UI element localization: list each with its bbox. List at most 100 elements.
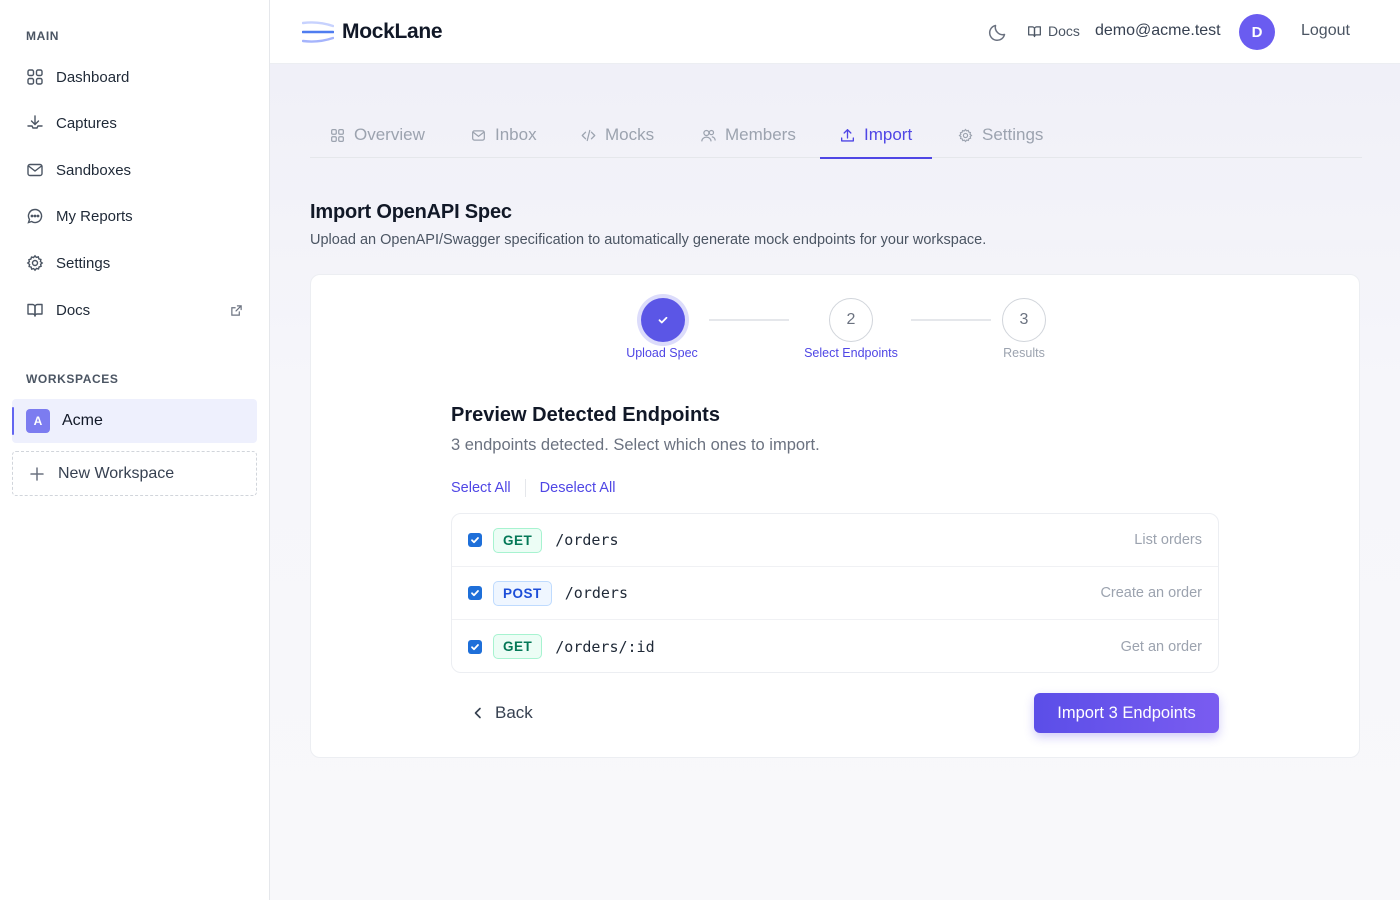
endpoint-checkbox[interactable] — [468, 639, 482, 654]
workspace-tabs: Overview Inbox Mocks Members Import Sett… — [310, 112, 1362, 159]
gear-icon — [26, 254, 44, 272]
sidebar-item-docs[interactable]: Docs — [12, 290, 257, 330]
workspaces-section-label: WORKSPACES — [26, 372, 119, 386]
sidebar-item-label: Docs — [56, 301, 91, 319]
mail-icon — [27, 163, 43, 177]
users-icon — [701, 129, 716, 141]
method-badge: GET — [493, 634, 543, 659]
tab-label: Import — [864, 125, 913, 144]
avatar[interactable]: D — [1239, 14, 1275, 50]
workspace-name: Acme — [62, 412, 103, 429]
check-icon — [471, 590, 479, 597]
preview-title: Preview Detected Endpoints — [451, 404, 720, 426]
step-3-label: Results — [1003, 346, 1045, 360]
step-1-circle — [641, 298, 685, 342]
tab-label: Members — [725, 125, 796, 144]
code-icon — [581, 129, 596, 141]
sidebar-item-label: My Reports — [56, 207, 133, 225]
chat-bubble-icon — [27, 208, 43, 224]
gear-icon — [958, 128, 973, 142]
tab-members[interactable]: Members — [701, 112, 796, 158]
sidebar-item-label: Dashboard — [56, 68, 130, 86]
tab-settings[interactable]: Settings — [958, 112, 1043, 158]
tab-import[interactable]: Import — [819, 112, 933, 159]
check-icon — [471, 537, 479, 544]
logout-button[interactable]: Logout — [1301, 22, 1350, 40]
page-title: Import OpenAPI Spec — [310, 201, 512, 223]
sidebar-item-settings[interactable]: Settings — [12, 243, 257, 283]
sidebar-item-my-reports[interactable]: My Reports — [12, 196, 257, 236]
plus-icon — [30, 466, 44, 481]
endpoint-description: Get an order — [1120, 638, 1202, 655]
method-badge: GET — [493, 527, 543, 553]
new-workspace-button[interactable]: New Workspace — [12, 451, 257, 496]
grid-icon — [27, 69, 43, 85]
mail-icon — [472, 129, 485, 141]
new-workspace-label: New Workspace — [58, 464, 175, 482]
tab-label: Mocks — [605, 125, 655, 144]
deselect-all-link[interactable]: Deselect All — [540, 480, 616, 496]
sidebar-item-captures[interactable]: Captures — [12, 103, 257, 143]
endpoint-description: Create an order — [1100, 585, 1202, 601]
sidebar: MAIN Dashboard Captures Sandboxes My Rep… — [0, 0, 270, 900]
header-docs-link[interactable]: Docs — [1027, 23, 1080, 39]
import-card: 2 3 Upload Spec Select Endpoints Results… — [310, 274, 1360, 758]
main-section-label: MAIN — [26, 29, 60, 43]
main-content: Overview Inbox Mocks Members Import Sett… — [270, 64, 1400, 900]
step-connector — [911, 319, 991, 321]
tab-label: Settings — [982, 125, 1044, 144]
docs-label: Docs — [1048, 23, 1080, 39]
user-email: demo@acme.test — [1095, 22, 1221, 39]
tab-label: Overview — [354, 125, 425, 144]
grid-icon — [331, 128, 344, 142]
endpoint-checkbox[interactable] — [468, 586, 482, 600]
endpoint-checkbox[interactable] — [468, 533, 482, 547]
step-3-circle: 3 — [1002, 298, 1046, 342]
top-header: MockLane Docs demo@acme.test D Logout — [270, 0, 1400, 64]
page-subtitle: Upload an OpenAPI/Swagger specification … — [310, 232, 987, 248]
book-icon — [1028, 25, 1041, 37]
brand-logo[interactable]: MockLane — [302, 18, 443, 46]
selection-links: Select All Deselect All — [451, 479, 615, 497]
tab-mocks[interactable]: Mocks — [581, 112, 654, 158]
link-divider — [524, 479, 526, 497]
check-icon — [471, 643, 479, 650]
upload-icon — [841, 128, 854, 142]
external-link-icon — [231, 304, 242, 316]
sidebar-item-label: Captures — [56, 114, 117, 132]
sidebar-item-label: Sandboxes — [56, 161, 132, 179]
sidebar-item-sandboxes[interactable]: Sandboxes — [12, 150, 257, 190]
step-2-circle: 2 — [829, 298, 873, 342]
preview-subtitle: 3 endpoints detected. Select which ones … — [451, 436, 820, 454]
brand-name: MockLane — [342, 20, 443, 43]
back-button[interactable]: Back — [471, 703, 533, 723]
endpoint-list: GET /orders List orders POST /orders Cre… — [451, 513, 1219, 673]
endpoint-path: /orders/:id — [555, 637, 655, 656]
endpoint-description: List orders — [1134, 532, 1202, 548]
endpoint-path: /orders — [564, 584, 628, 602]
workspace-item-acme[interactable]: A Acme — [12, 399, 257, 443]
chevron-left-icon — [474, 707, 481, 719]
endpoint-row[interactable]: GET /orders List orders — [452, 514, 1218, 567]
lanes-logo-icon — [302, 21, 334, 43]
sidebar-item-dashboard[interactable]: Dashboard — [12, 57, 257, 97]
tab-overview[interactable]: Overview — [330, 112, 425, 158]
sidebar-item-label: Settings — [56, 254, 111, 272]
book-icon — [27, 303, 43, 317]
download-tray-icon — [27, 115, 43, 129]
workspace-badge: A — [26, 409, 50, 433]
import-endpoints-button[interactable]: Import 3 Endpoints — [1034, 693, 1219, 733]
endpoint-row[interactable]: GET /orders/:id Get an order — [452, 620, 1218, 672]
check-icon — [658, 316, 668, 324]
step-connector — [709, 319, 789, 321]
endpoint-path: /orders — [555, 531, 619, 549]
tab-label: Inbox — [495, 125, 537, 144]
method-badge: POST — [493, 580, 552, 606]
endpoint-row[interactable]: POST /orders Create an order — [452, 567, 1218, 620]
select-all-link[interactable]: Select All — [451, 480, 511, 496]
step-2-label: Select Endpoints — [804, 346, 898, 360]
back-label: Back — [495, 703, 533, 722]
moon-icon[interactable] — [987, 21, 1009, 43]
step-1-label: Upload Spec — [626, 346, 698, 360]
tab-inbox[interactable]: Inbox — [471, 112, 537, 158]
